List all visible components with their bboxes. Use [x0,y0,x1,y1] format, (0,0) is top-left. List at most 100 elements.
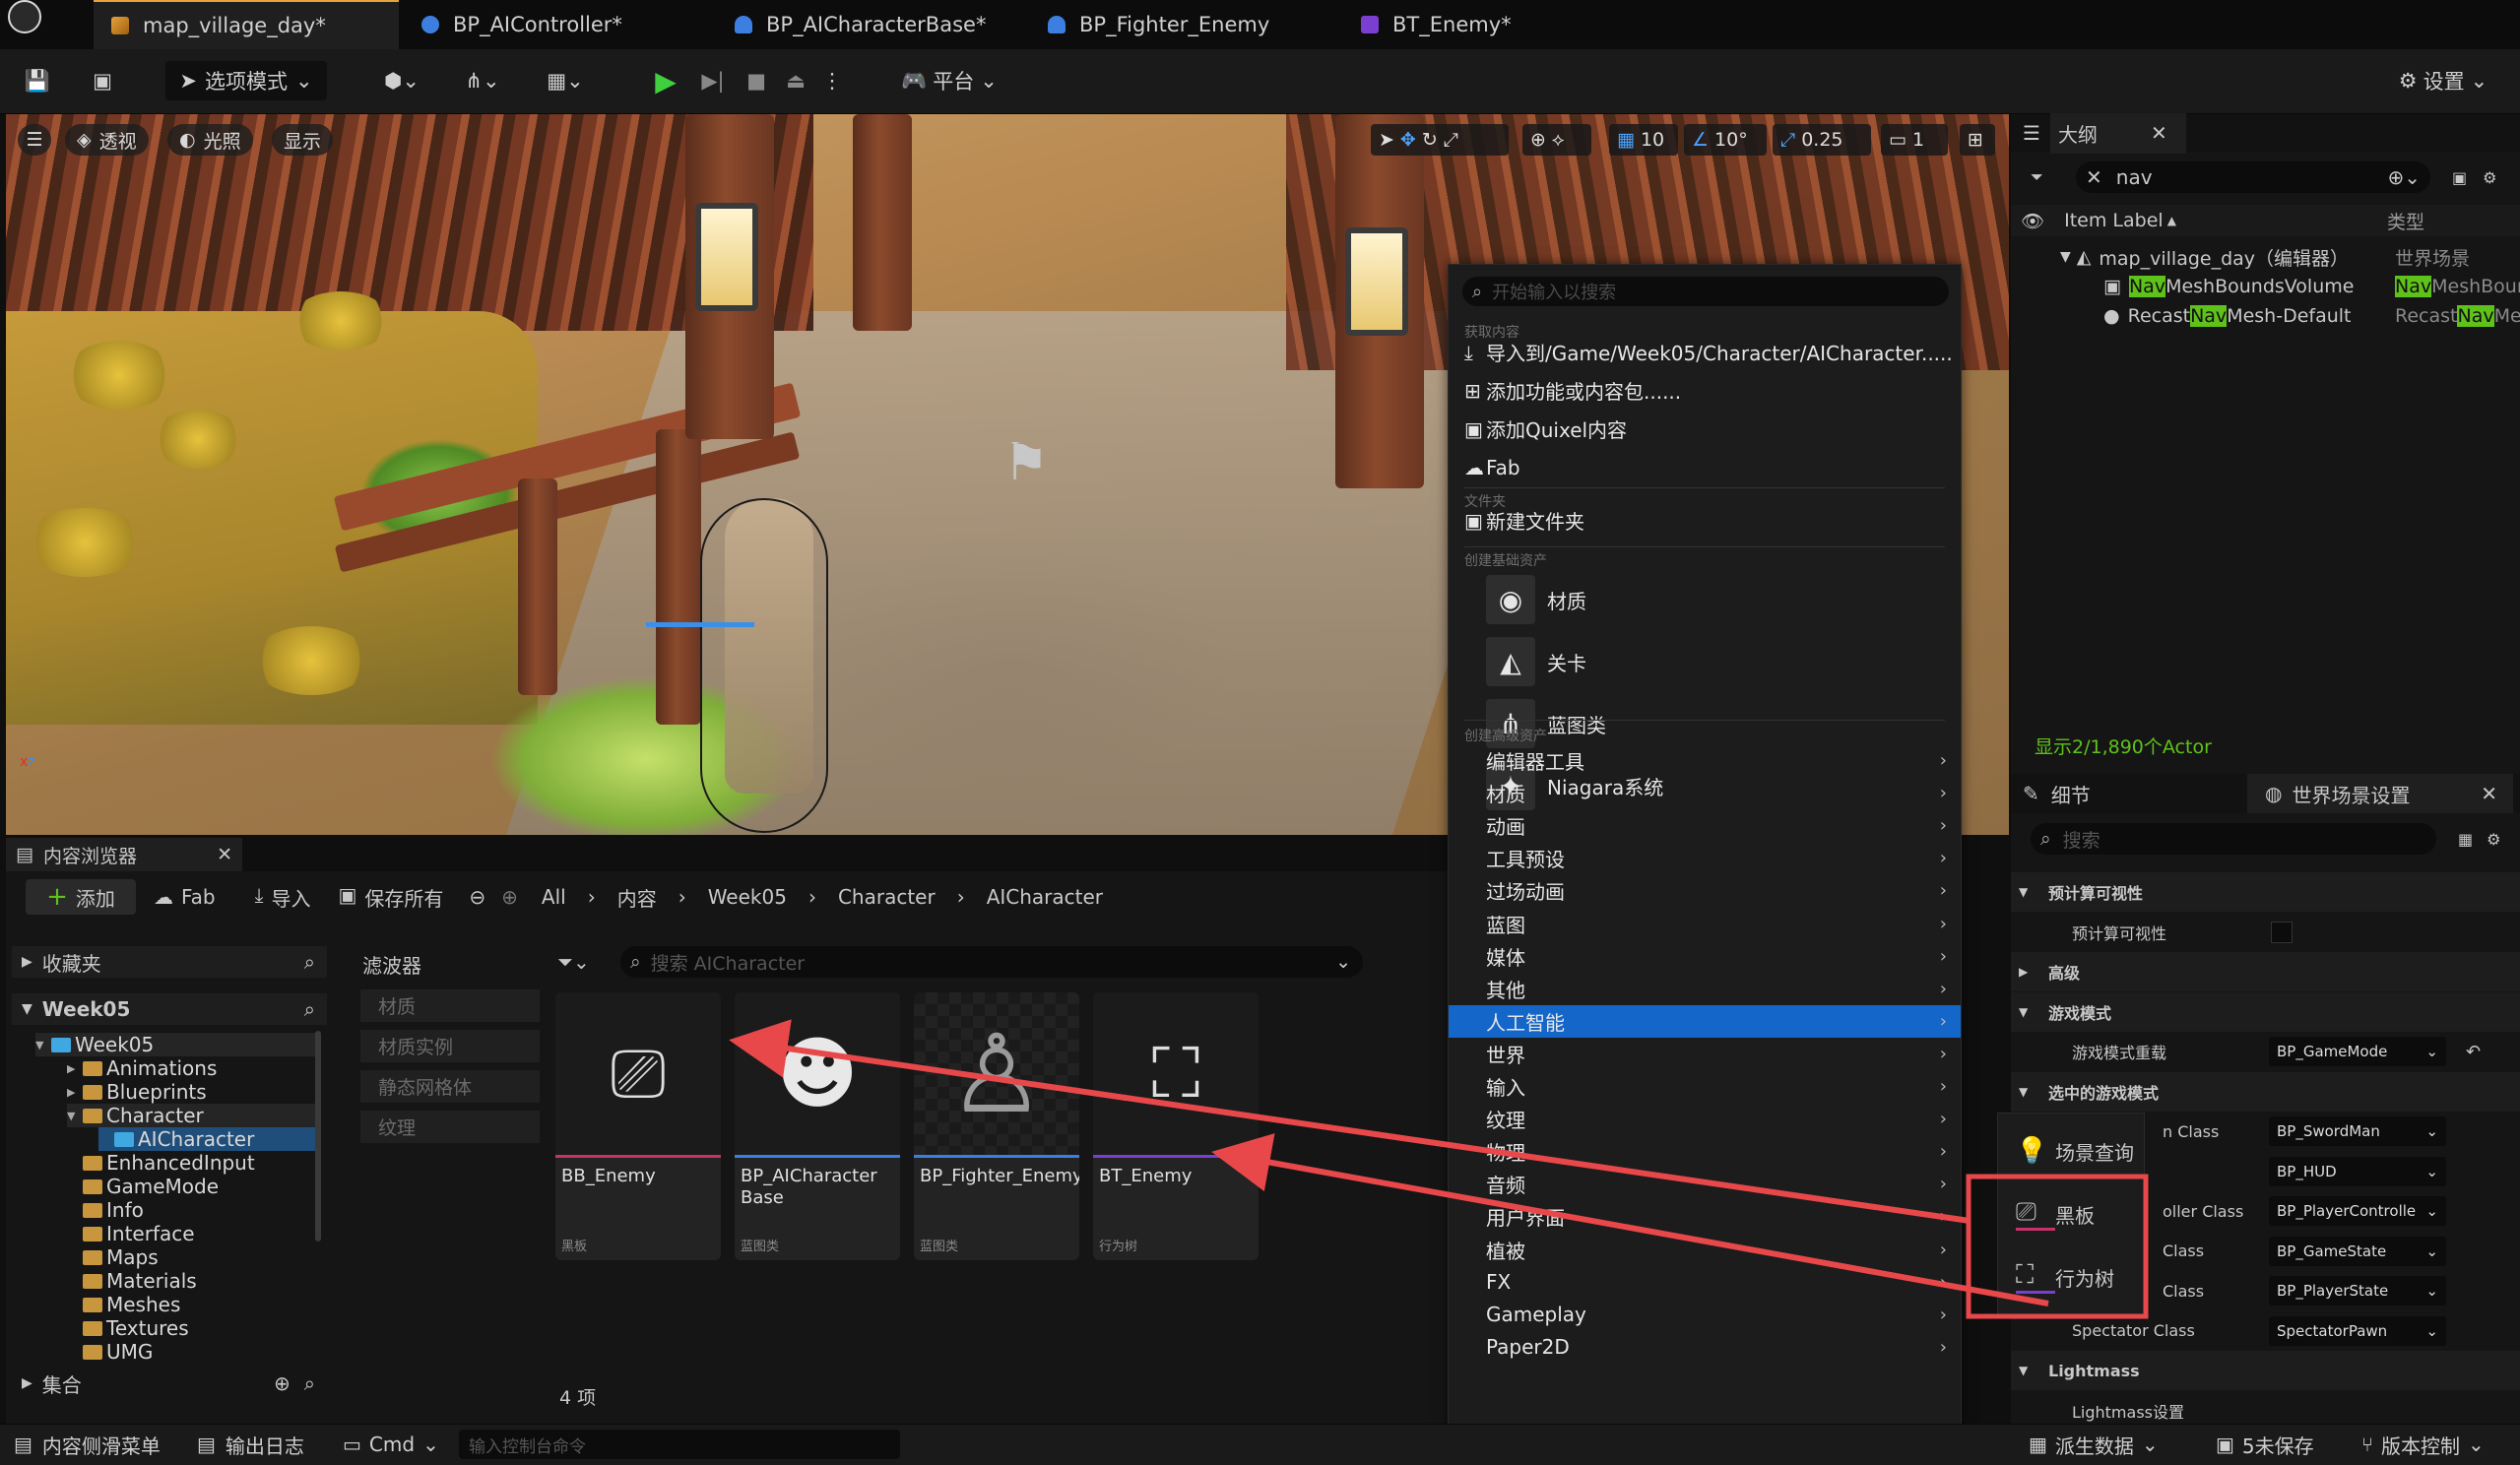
col-item-label[interactable]: Item Label [2064,210,2164,231]
play-options-icon[interactable]: ⋮ [817,61,847,100]
step-button[interactable]: ▶| [693,61,733,100]
detail-value-dropdown[interactable]: BP_GameMode ⌄ [2269,1037,2446,1066]
menu-item-advanced[interactable]: 其他 › [1449,973,1961,1005]
tab-bp-aicharacterbase[interactable]: BP_AICharacterBase* [717,0,1022,49]
detail-row[interactable]: ▼ 游戏模式 [2011,991,2520,1032]
detail-row[interactable]: ▶ 高级 [2011,952,2520,991]
menu-item-advanced[interactable]: 世界 › [1449,1038,1961,1070]
outliner-row[interactable]: ▣ NavMeshBoundsVolume NavMeshBour [2011,272,2520,301]
derived-data-button[interactable]: ▦ 派生数据 ⌄ [2029,1424,2159,1465]
collections-header[interactable]: ▶ 集合 ⊕ ⌕ [12,1368,327,1399]
add-button[interactable]: + 添加 [26,879,136,915]
import-button[interactable]: ⤓ 导入 [255,883,311,912]
menu-item-advanced[interactable]: 编辑器工具 › [1449,744,1961,777]
menu-item-advanced[interactable]: 物理 › [1449,1135,1961,1168]
search-icon[interactable]: ⌕ [304,997,315,1021]
select-icon[interactable]: ➤ [1379,129,1394,151]
details-search[interactable]: ⌕ 搜索 [2031,823,2436,855]
menu-item-get[interactable]: ☁ Fab [1449,451,1961,483]
close-icon[interactable]: ✕ [217,844,232,865]
viewport-layout-button[interactable]: ⊞ [1960,124,1995,156]
forward-icon[interactable]: ⊕ [501,885,518,909]
menu-item-advanced[interactable]: 用户界面 › [1449,1200,1961,1233]
folder-tree-item[interactable]: Interface [67,1222,195,1245]
detail-value-dropdown[interactable]: BP_HUD ⌄ [2269,1156,2446,1186]
camera-speed[interactable]: ▭ 1 [1881,124,1948,156]
search-icon[interactable]: ⌕ [304,950,315,974]
move-icon[interactable]: ✥ [1400,129,1416,151]
new-folder-item[interactable]: ▣ 新建文件夹 [1449,504,1961,537]
folder-tree-item[interactable]: Info [67,1198,144,1222]
breadcrumb-item[interactable]: Character [838,885,936,909]
project-header[interactable]: ▼ Week05 ⌕ [12,993,327,1025]
menu-item-advanced[interactable]: 纹理 › [1449,1103,1961,1135]
detail-value-dropdown[interactable]: SpectatorPawn ⌄ [2269,1315,2446,1346]
show-button[interactable]: 显示 [272,124,334,156]
submenu-item-eqs[interactable]: 💡 场景查询 [1998,1123,2146,1178]
cmd-dropdown[interactable]: ▭ Cmd ⌄ [343,1424,439,1465]
breadcrumb-item[interactable]: 内容 [617,883,657,912]
menu-item-advanced[interactable]: 蓝图 › [1449,908,1961,940]
folder-tree-item[interactable]: AICharacter [98,1127,321,1151]
folder-tree-item[interactable]: EnhancedInput [67,1151,255,1175]
cinematics-button[interactable]: ▦⌄ [536,61,595,100]
tab-bt-enemy[interactable]: BT_Enemy* [1343,0,1648,49]
folder-tree-item[interactable]: ▼ Week05 [35,1033,321,1056]
scale-snap[interactable]: ⤢ 0.25 [1773,124,1871,156]
perspective-button[interactable]: ◈ 透视 [65,124,149,156]
gear-icon[interactable]: ⚙ [2483,168,2496,187]
add-collection-icon[interactable]: ⊕ [274,1371,291,1395]
eject-button[interactable]: ⏏ [776,61,815,100]
menu-search[interactable]: ⌕ 开始输入以搜索 [1462,277,1949,306]
filter-chip[interactable]: 材质实例 [360,1030,540,1062]
filter-chip[interactable]: 纹理 [360,1111,540,1143]
stop-button[interactable]: ■ [737,61,776,100]
menu-item-advanced[interactable]: 过场动画 › [1449,874,1961,907]
output-log-button[interactable]: ▤ 输出日志 [197,1424,304,1465]
outliner-row[interactable]: ▼ ◭ map_village_day（编辑器） 世界场景 [2011,242,2520,272]
detail-value-dropdown[interactable]: BP_PlayerState ⌄ [2269,1276,2446,1306]
gear-icon[interactable]: ⚙ [2487,830,2500,849]
table-view-icon[interactable]: ▦ [2458,830,2473,849]
expand-icon[interactable]: ▶ [67,1062,83,1075]
submenu-item-behavior-tree[interactable]: ⛶ 行为树 [1998,1249,2146,1305]
folder-tree-item[interactable]: Textures [67,1316,189,1340]
expand-icon[interactable]: ▼ [35,1039,51,1051]
detail-row[interactable]: ▼ Lightmass [2011,1351,2520,1390]
close-icon[interactable]: ✕ [2151,121,2167,145]
world-local-toggle[interactable]: ⊕ ⟡ [1522,124,1591,156]
filter-icon[interactable]: ⏷ [2031,167,2070,187]
folder-tree-item[interactable]: UMG [67,1340,153,1364]
rotation-snap[interactable]: ∠ 10° [1684,124,1767,156]
submenu-item-blackboard[interactable]: ⎚ 黑板 [1998,1186,2146,1242]
reset-icon[interactable]: ↶ [2466,1042,2481,1062]
expand-icon[interactable]: ▼ [2060,249,2071,265]
asset-bt-enemy[interactable]: ⛶ BT_Enemy 行为树 [1093,992,1259,1260]
tab-bp-aicontroller[interactable]: BP_AIController* [404,0,709,49]
folder-tree-item[interactable]: Meshes [67,1293,180,1316]
detail-value-dropdown[interactable]: BP_SwordMan ⌄ [2269,1116,2446,1146]
asset-search[interactable]: ⌕ 搜索 AICharacter ⌄ [620,946,1363,978]
menu-item-get[interactable]: ⊞ 添加功能或内容包...... [1449,374,1961,407]
close-icon[interactable]: ✕ [2481,782,2497,805]
player-start-icon[interactable]: ⚑ [987,423,1066,502]
breadcrumb-item[interactable]: All [542,885,566,909]
tab-world-settings[interactable]: ◍ 世界场景设置 ✕ [2247,774,2513,813]
transform-tools[interactable]: ➤ ✥ ↻ ⤢ [1371,124,1509,156]
menu-item-advanced[interactable]: 工具预设 › [1449,842,1961,874]
menu-item-basic[interactable]: ◭ 关卡 [1449,634,1961,689]
outliner-row[interactable]: ● RecastNavMesh-Default RecastNavMe [2011,301,2520,331]
menu-item-advanced[interactable]: 植被 › [1449,1234,1961,1266]
outliner-search[interactable]: ✕ nav ⊕⌄ [2076,161,2430,193]
add-folder-icon[interactable]: ▣ [2452,168,2467,187]
detail-row[interactable]: ▼ 选中的游戏模式 [2011,1071,2520,1112]
back-icon[interactable]: ⊖ [469,885,485,909]
rotate-icon[interactable]: ↻ [1422,129,1438,151]
content-drawer-button[interactable]: ▤ 内容侧滑菜单 [14,1424,161,1465]
menu-item-advanced[interactable]: 材质 › [1449,777,1961,809]
menu-item-basic[interactable]: ◉ 材质 [1449,572,1961,627]
eye-icon[interactable]: 👁 [2021,210,2044,232]
add-actor-button[interactable]: ⬢⌄ [372,61,431,100]
menu-item-advanced[interactable]: Paper2D › [1449,1331,1961,1364]
unsaved-button[interactable]: ▣ 5未保存 [2216,1424,2314,1465]
